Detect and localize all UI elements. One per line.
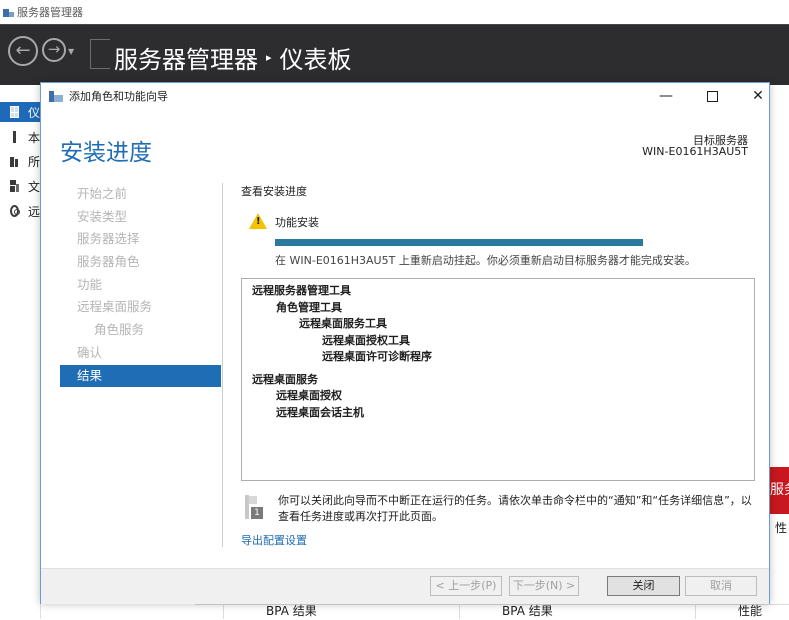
flag-banner bbox=[249, 496, 257, 504]
list-item: 远程桌面授权工具 bbox=[322, 333, 410, 347]
previous-button[interactable]: < 上一步(P) bbox=[430, 576, 502, 596]
export-configuration-link[interactable]: 导出配置设置 bbox=[241, 532, 307, 548]
dashboard-right-strip bbox=[769, 85, 789, 619]
maximize-icon bbox=[706, 90, 718, 102]
server-manager-window-title: 服务器管理器 bbox=[17, 6, 83, 19]
list-item: 远程桌面会话主机 bbox=[276, 405, 364, 419]
server-manager-titlebar: 服务器管理器 bbox=[0, 0, 789, 24]
wizard-app-icon bbox=[49, 90, 63, 103]
services-tile[interactable]: 服务 bbox=[770, 467, 789, 514]
step-results: 结果 bbox=[60, 364, 221, 388]
tile-divider bbox=[695, 604, 696, 619]
list-item: 远程桌面许可诊断程序 bbox=[322, 350, 432, 363]
warning-icon: ! bbox=[249, 213, 267, 229]
wizard-title: 添加角色和功能向导 bbox=[69, 90, 168, 103]
results-list[interactable]: 远程服务器管理工具 角色管理工具 远程桌面服务工具 远程桌面授权工具 远程桌面许… bbox=[241, 278, 755, 481]
sidebar-item-label: 仪 bbox=[27, 105, 40, 120]
step-remote-desktop-services: 远程桌面服务 bbox=[77, 299, 153, 315]
file-services-icon bbox=[10, 180, 19, 192]
sidebar-item-remote-desktop[interactable]: 远 bbox=[0, 201, 40, 221]
sidebar-item-label: 本 bbox=[27, 130, 40, 145]
minimize-button[interactable]: — bbox=[643, 83, 689, 109]
sidebar-item-all-servers[interactable]: 所 bbox=[0, 151, 40, 171]
cancel-button[interactable]: 取消 bbox=[685, 576, 757, 596]
dashboard-icon bbox=[10, 106, 19, 118]
steps-divider bbox=[222, 183, 223, 547]
sidebar-item-local-server[interactable]: 本 bbox=[0, 127, 40, 147]
wizard-steps: 开始之前 安装类型 服务器选择 服务器角色 功能 远程桌面服务 角色服务 确认 … bbox=[60, 183, 221, 388]
close-window-button[interactable]: ✕ bbox=[735, 83, 781, 109]
sidebar-item-label: 所 bbox=[27, 154, 40, 169]
close-button[interactable]: 关闭 bbox=[607, 576, 680, 596]
server-manager-header: ← → ▼ 服务器管理器 ▸ 仪表板 bbox=[0, 24, 789, 85]
sidebar-item-file-services[interactable]: 文 bbox=[0, 176, 40, 196]
back-arrow-icon[interactable]: ← bbox=[8, 36, 38, 66]
restart-pending-message: 在 WIN-E0161H3AU5T 上重新启动挂起。你必须重新启动目标服务器才能… bbox=[275, 254, 696, 267]
target-server-name: WIN-E0161H3AU5T bbox=[642, 145, 748, 158]
sidebar-item-dashboard[interactable]: 仪 bbox=[0, 102, 40, 122]
performance-label[interactable]: 性能 bbox=[738, 602, 762, 619]
list-item: 远程服务器管理工具 bbox=[252, 284, 351, 297]
list-item: 远程桌面服务 bbox=[252, 372, 318, 386]
tile-divider bbox=[223, 604, 224, 619]
all-servers-icon bbox=[10, 155, 19, 167]
step-installation-type: 安装类型 bbox=[77, 208, 128, 224]
step-before-you-begin: 开始之前 bbox=[77, 186, 128, 201]
page-title: 安装进度 bbox=[60, 140, 152, 166]
history-dropdown-icon[interactable]: ▼ bbox=[68, 47, 74, 56]
breadcrumb-frame bbox=[90, 39, 110, 69]
step-confirmation: 确认 bbox=[77, 344, 103, 360]
remote-desktop-icon bbox=[10, 205, 20, 217]
info-message: 你可以关闭此向导而不中断正在运行的任务。请依次单击命令栏中的“通知”和“任务详细… bbox=[278, 494, 752, 523]
list-item: 远程桌面授权 bbox=[276, 389, 342, 402]
breadcrumb-root[interactable]: 服务器管理器 bbox=[114, 40, 258, 75]
progress-fill bbox=[275, 239, 643, 246]
sidebar-item-label: 文 bbox=[27, 179, 40, 194]
feature-install-label: 功能安装 bbox=[275, 216, 319, 229]
perf-fragment: 性 bbox=[775, 521, 788, 535]
step-role-services: 角色服务 bbox=[94, 322, 145, 338]
breadcrumb-chevron-icon: ▸ bbox=[266, 51, 272, 64]
notification-flag-icon: 1 bbox=[245, 495, 263, 519]
tile-divider bbox=[459, 604, 460, 619]
notification-count-badge: 1 bbox=[251, 507, 263, 519]
content-title: 查看安装进度 bbox=[241, 185, 307, 198]
breadcrumb-current: 仪表板 bbox=[279, 46, 352, 74]
forward-arrow-icon[interactable]: → bbox=[42, 38, 66, 62]
list-item: 角色管理工具 bbox=[276, 300, 342, 314]
server-manager-sidebar: 仪 本 所 文 远 bbox=[0, 85, 41, 619]
step-server-selection: 服务器选择 bbox=[77, 231, 140, 247]
bpa-results-label[interactable]: BPA 结果 bbox=[502, 602, 553, 619]
sidebar-item-label: 远 bbox=[27, 204, 40, 219]
breadcrumb: 服务器管理器 ▸ 仪表板 bbox=[114, 40, 352, 75]
wizard-footer: < 上一步(P) 下一步(N) > 关闭 取消 bbox=[41, 568, 769, 604]
list-item: 远程桌面服务工具 bbox=[299, 317, 387, 330]
step-features: 功能 bbox=[77, 276, 103, 292]
next-button[interactable]: 下一步(N) > bbox=[509, 576, 579, 596]
bpa-results-label[interactable]: BPA 结果 bbox=[266, 602, 317, 619]
install-progress-bar bbox=[275, 239, 643, 246]
maximize-button[interactable] bbox=[689, 83, 735, 109]
add-roles-features-wizard: 添加角色和功能向导 — ✕ 安装进度 目标服务器 WIN-E0161H3AU5T… bbox=[40, 82, 770, 604]
local-server-icon bbox=[13, 131, 16, 143]
server-manager-app-icon bbox=[3, 7, 14, 18]
step-server-roles: 服务器角色 bbox=[77, 254, 140, 270]
